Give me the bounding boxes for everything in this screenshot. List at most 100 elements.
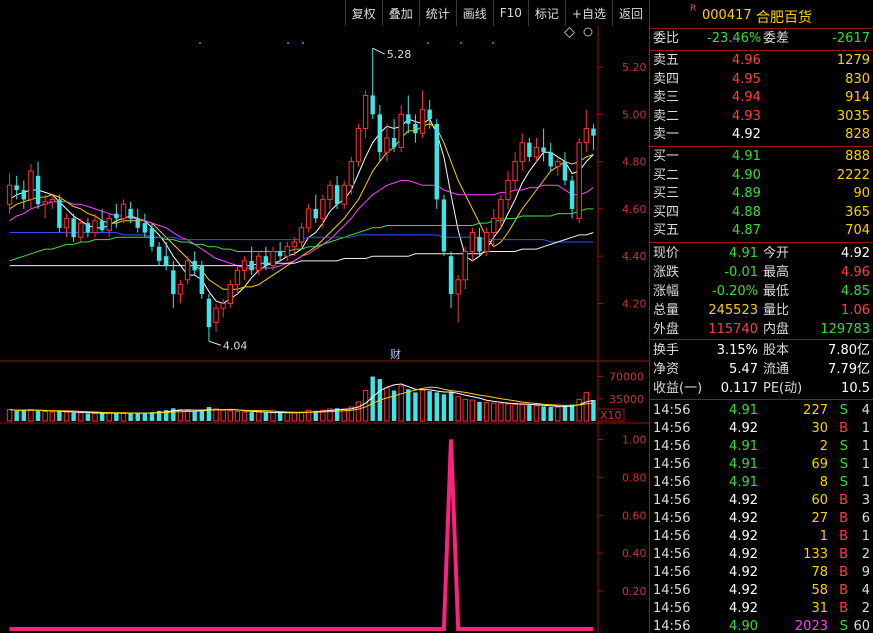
volume-unit: X10 — [600, 409, 622, 422]
order-label: 买四 — [653, 204, 680, 220]
candle-body — [419, 109, 426, 134]
trade-time: 14:56 — [653, 511, 691, 526]
toolbar-button-6[interactable]: +自选 — [564, 0, 612, 26]
candle-body — [57, 199, 62, 228]
candle-body — [206, 298, 212, 328]
candle-body — [184, 260, 191, 281]
candle-body — [576, 142, 582, 219]
volume-bar — [128, 413, 133, 421]
trade-time: 14:56 — [653, 565, 691, 580]
trade-side: B — [839, 529, 848, 544]
trade-side: S — [839, 475, 848, 490]
candle-body — [35, 175, 41, 205]
toolbar-button-7[interactable]: 返回 — [611, 0, 649, 26]
circle-icon — [583, 27, 593, 37]
candle — [206, 294, 212, 342]
candle-body — [106, 217, 112, 231]
volume-bar — [505, 403, 511, 422]
toolbar-button-4[interactable]: F10 — [492, 0, 528, 26]
candle-body — [227, 284, 234, 304]
quote-row: 总量 245523 量比 1.06 — [650, 302, 873, 320]
fund-label: PE(动) — [763, 381, 803, 396]
candle — [527, 138, 532, 162]
toolbar-button-0[interactable]: 复权 — [344, 0, 382, 26]
candle-body — [377, 114, 383, 153]
quote-label: 最高 — [763, 265, 790, 280]
trade-side: S — [839, 439, 848, 454]
stock-name[interactable]: 合肥百货 — [756, 7, 812, 27]
candle — [391, 119, 397, 153]
candle — [569, 175, 575, 219]
candle-body — [477, 237, 482, 252]
candle — [419, 90, 426, 138]
volume-bar — [263, 412, 269, 421]
trade-volume: 78 — [811, 565, 828, 580]
order-label: 买一 — [653, 149, 680, 164]
volume-bar — [42, 410, 48, 422]
volume-bar — [213, 408, 219, 422]
candle-body — [462, 250, 468, 281]
candle-body — [469, 232, 476, 252]
volume-bar — [199, 410, 205, 421]
divider — [650, 146, 873, 147]
weicha-label: 委差 — [763, 31, 790, 46]
fund-row: 收益(一) 0.117 PE(动) 10.5 — [650, 380, 873, 398]
divider — [650, 399, 873, 400]
candle-body — [427, 109, 432, 120]
candle-body — [241, 260, 248, 271]
candle — [377, 104, 383, 162]
order-price: 4.94 — [732, 90, 761, 106]
divider — [650, 242, 873, 243]
toolbar-button-5[interactable]: 标记 — [527, 0, 565, 26]
toolbar-button-3[interactable]: 画线 — [455, 0, 493, 26]
trade-price: 4.92 — [729, 583, 758, 598]
quote-value: 4.96 — [841, 265, 870, 280]
candle — [227, 279, 234, 309]
candle-body — [234, 269, 241, 286]
trade-time: 14:56 — [653, 583, 691, 598]
volume-bar — [298, 411, 305, 422]
volume-bar — [99, 413, 105, 421]
volume-bar — [384, 387, 390, 422]
trade-price: 4.91 — [729, 439, 758, 454]
trade-time: 14:56 — [653, 403, 691, 418]
quote-value: -0.01 — [724, 265, 758, 280]
stock-code[interactable]: 000417 — [702, 8, 752, 23]
volume-bar — [71, 412, 76, 421]
volume-bar — [406, 389, 411, 421]
order-volume: 830 — [845, 71, 870, 87]
quote-label: 总量 — [653, 303, 680, 318]
trade-price: 4.92 — [729, 565, 758, 580]
candle-body — [164, 256, 169, 266]
trade-time: 14:56 — [653, 601, 691, 616]
trade-row: 14:56 4.92 27 B 6 — [650, 510, 873, 528]
candle — [477, 227, 482, 257]
weibi-row: 委比 -23.46% 委差 -2617 — [650, 30, 873, 48]
candle-body — [270, 250, 276, 267]
candle-body — [284, 246, 290, 257]
trade-count: 9 — [861, 565, 870, 580]
candle-body — [42, 201, 48, 205]
trade-row: 14:56 4.92 31 B 2 — [650, 600, 873, 618]
divider — [650, 50, 873, 51]
volume-bar — [277, 412, 283, 421]
candle-body — [398, 113, 404, 148]
trade-count: 1 — [861, 457, 870, 472]
toolbar-button-2[interactable]: 统计 — [418, 0, 456, 26]
candle-body — [341, 184, 347, 205]
candle — [555, 156, 561, 176]
quote-row: 涨幅 -0.20% 最低 4.85 — [650, 283, 873, 301]
event-marker: 财 — [390, 347, 401, 361]
candle — [35, 161, 41, 209]
trade-count: 2 — [861, 601, 870, 616]
trade-row: 14:56 4.91 8 S 1 — [650, 474, 873, 492]
candle-body — [391, 138, 397, 148]
toolbar-button-1[interactable]: 叠加 — [381, 0, 419, 26]
trade-count: 1 — [861, 475, 870, 490]
volume-bar — [206, 407, 212, 421]
candle-body — [569, 180, 575, 209]
quote-row: 现价 4.91 今开 4.92 — [650, 245, 873, 263]
fund-value: 7.80亿 — [828, 343, 870, 358]
kline-chart[interactable]: 5.20 5.00 4.80 4.60 4.40 4.20 5.28 4.04 财 70000 35… — [0, 26, 649, 633]
trade-volume: 69 — [811, 457, 828, 472]
